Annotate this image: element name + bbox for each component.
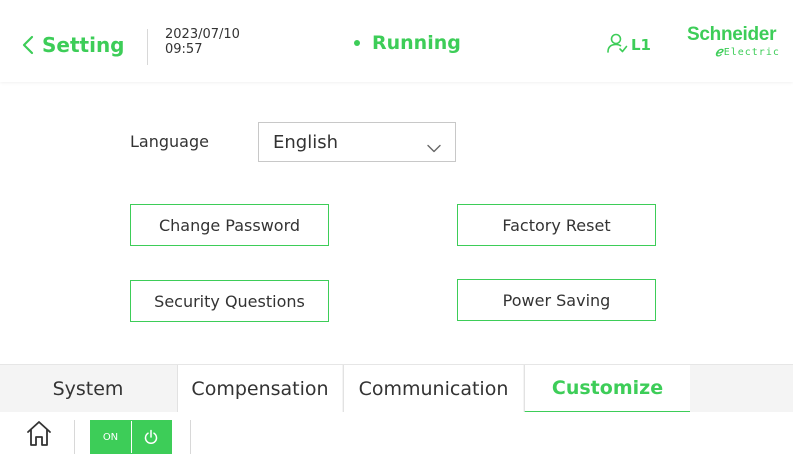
- user-button[interactable]: L1: [606, 32, 651, 58]
- logo-subtext: Electric: [723, 46, 780, 58]
- power-saving-button[interactable]: Power Saving: [457, 279, 656, 321]
- chevron-left-icon: [22, 35, 34, 55]
- tab-system[interactable]: System: [0, 365, 176, 413]
- header-bar: Setting 2023/07/10 09:57 Running L1 Schn…: [0, 0, 793, 82]
- language-select[interactable]: English: [258, 122, 456, 162]
- power-toggle[interactable]: ON: [90, 420, 172, 454]
- language-value: English: [273, 131, 338, 153]
- back-button[interactable]: Setting: [22, 30, 125, 60]
- language-label: Language: [130, 132, 209, 151]
- user-icon: [606, 32, 628, 58]
- chevron-down-icon: [427, 138, 441, 157]
- power-icon: [131, 421, 170, 453]
- factory-reset-button[interactable]: Factory Reset: [457, 204, 656, 246]
- tab-customize[interactable]: Customize: [524, 365, 690, 413]
- date-text: 2023/07/10: [165, 27, 240, 42]
- time-text: 09:57: [165, 42, 203, 57]
- status-text: Running: [372, 32, 461, 54]
- settings-tabs: System Compensation Communication Custom…: [0, 364, 793, 413]
- logo-e-icon: ℯ: [715, 44, 723, 59]
- home-button[interactable]: [24, 418, 54, 452]
- schneider-logo: Schneider ℯ Electric: [687, 24, 793, 64]
- home-icon: [24, 421, 54, 452]
- bottom-divider: [190, 420, 191, 454]
- security-questions-button[interactable]: Security Questions: [130, 280, 329, 322]
- user-level: L1: [631, 36, 651, 54]
- tab-compensation[interactable]: Compensation: [177, 365, 342, 413]
- bottom-bar: ON: [0, 412, 793, 454]
- bottom-divider: [74, 420, 75, 454]
- change-password-button[interactable]: Change Password: [130, 204, 329, 246]
- header-divider: [147, 29, 148, 65]
- toggle-on-label: ON: [102, 431, 119, 443]
- logo-wordmark: Schneider: [687, 24, 777, 45]
- status-dot-icon: [354, 40, 360, 46]
- back-label: Setting: [42, 33, 125, 57]
- tab-communication[interactable]: Communication: [343, 365, 523, 413]
- datetime: 2023/07/10 09:57: [165, 27, 240, 57]
- logo-subline: ℯ Electric: [715, 44, 793, 60]
- status-indicator: Running: [354, 32, 461, 54]
